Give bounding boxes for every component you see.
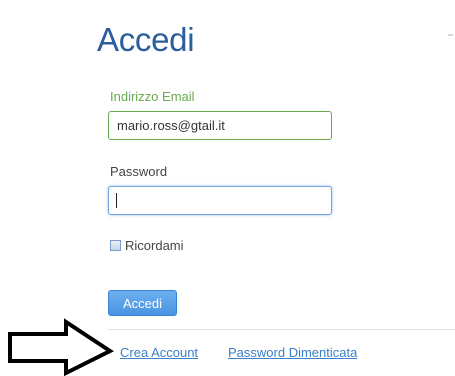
create-account-link[interactable]: Crea Account: [120, 345, 198, 360]
corner-decoration: [448, 34, 453, 36]
email-field[interactable]: [108, 111, 332, 140]
forgot-password-link[interactable]: Password Dimenticata: [228, 345, 357, 360]
email-label: Indirizzo Email: [110, 89, 195, 104]
login-page: Accedi Indirizzo Email Password Ricordam…: [0, 0, 455, 376]
text-caret: [116, 193, 117, 208]
remember-checkbox[interactable]: [110, 240, 121, 251]
password-field[interactable]: [108, 186, 332, 215]
remember-label[interactable]: Ricordami: [125, 238, 184, 253]
arrow-right-icon: [8, 318, 114, 376]
password-label: Password: [110, 164, 168, 179]
page-title: Accedi: [97, 21, 195, 58]
divider: [108, 329, 455, 330]
login-button[interactable]: Accedi: [108, 290, 177, 316]
